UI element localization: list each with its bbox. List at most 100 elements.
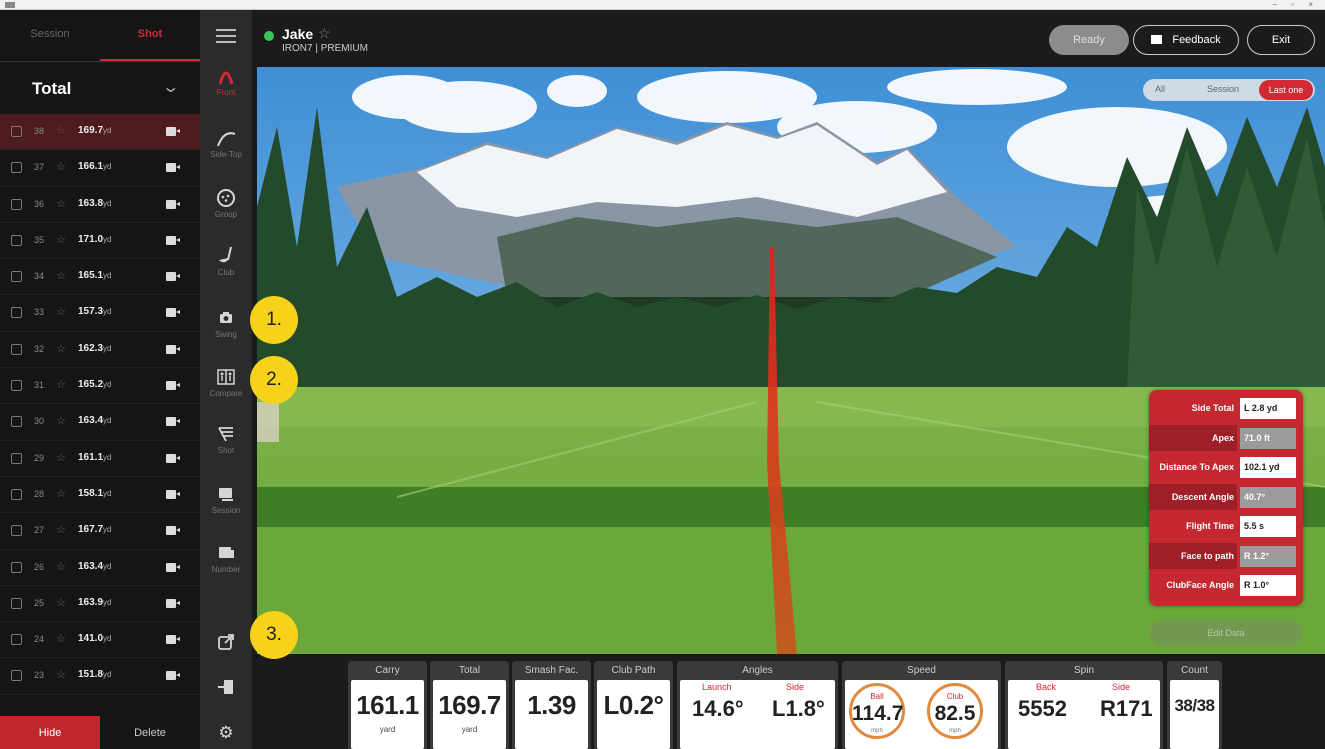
star-icon[interactable]: ☆ [56, 668, 66, 681]
shot-row[interactable]: 29 ☆ 161.1yd [0, 441, 200, 477]
view-swing[interactable]: Swing [200, 308, 252, 339]
shot-checkbox[interactable] [11, 670, 22, 682]
filter-dropdown[interactable]: Total ⌄ [0, 62, 200, 114]
star-icon[interactable]: ☆ [56, 560, 66, 573]
shot-checkbox[interactable] [11, 162, 22, 174]
feedback-button[interactable]: Feedback [1133, 25, 1239, 55]
shot-checkbox[interactable] [11, 452, 22, 464]
view-group[interactable]: Group [200, 188, 252, 219]
video-icon[interactable] [166, 526, 180, 536]
app-window: { "left_panel": { "tabs": ["Session", "S… [0, 0, 1325, 749]
star-icon[interactable]: ☆ [56, 233, 66, 246]
launch-value: 14.6° [692, 696, 744, 721]
filter-all[interactable]: All [1155, 84, 1165, 94]
shot-row[interactable]: 27 ☆ 167.7yd [0, 513, 200, 550]
star-icon[interactable]: ☆ [56, 160, 66, 173]
shot-row[interactable]: 37 ☆ 166.1yd [0, 150, 200, 187]
star-icon[interactable]: ☆ [56, 124, 66, 137]
shot-checkbox[interactable] [11, 234, 22, 246]
view-club[interactable]: Club [200, 246, 252, 277]
video-icon[interactable] [166, 489, 180, 499]
star-icon[interactable]: ☆ [56, 378, 66, 391]
star-icon[interactable]: ☆ [56, 305, 66, 318]
shot-checkbox[interactable] [11, 126, 22, 137]
filter-last-one[interactable]: Last one [1259, 80, 1313, 100]
view-number[interactable]: Number [200, 543, 252, 574]
video-icon[interactable] [166, 308, 180, 318]
menu-icon[interactable] [216, 29, 236, 43]
video-icon[interactable] [166, 127, 180, 136]
video-icon[interactable] [166, 381, 180, 391]
video-icon[interactable] [166, 235, 180, 245]
star-icon[interactable]: ☆ [56, 523, 66, 536]
shot-checkbox[interactable] [11, 307, 22, 319]
shot-distance-unit: yd [103, 343, 112, 353]
star-icon[interactable]: ☆ [56, 269, 66, 282]
shot-checkbox[interactable] [11, 380, 22, 392]
star-icon[interactable]: ☆ [56, 596, 66, 609]
exit-button[interactable]: Exit [1247, 25, 1315, 55]
shot-row[interactable]: 28 ☆ 158.1yd [0, 477, 200, 514]
shot-distance-value: 163.4 [78, 415, 104, 427]
shot-checkbox[interactable] [11, 525, 22, 537]
video-icon[interactable] [166, 163, 180, 173]
logout-button[interactable] [200, 677, 252, 699]
star-icon[interactable]: ☆ [56, 487, 66, 500]
video-icon[interactable] [166, 272, 180, 282]
video-icon[interactable] [166, 344, 180, 354]
video-icon[interactable] [166, 635, 180, 645]
settings-button[interactable]: ⚙ [200, 723, 252, 745]
view-front[interactable]: Front [200, 66, 252, 97]
tab-shot[interactable]: Shot [100, 28, 200, 40]
shot-checkbox[interactable] [11, 488, 22, 500]
shot-row[interactable]: 35 ☆ 171.0yd [0, 223, 200, 260]
range-view[interactable]: All Session Last one Side Total L 2.8 yd A… [257, 67, 1325, 654]
ready-button[interactable]: Ready [1049, 25, 1129, 55]
panel-tabs: Session Shot [0, 10, 200, 62]
window-controls[interactable]: – ▫ × [1273, 0, 1319, 10]
star-icon[interactable]: ☆ [56, 451, 66, 464]
shot-checkbox[interactable] [11, 561, 22, 573]
view-compare[interactable]: Compare [200, 367, 252, 398]
video-icon[interactable] [166, 598, 180, 608]
view-side-top[interactable]: Side-Top [200, 128, 252, 159]
shot-checkbox[interactable] [11, 198, 22, 210]
shot-row[interactable]: 34 ☆ 165.1yd [0, 259, 200, 296]
shot-distance: 163.4yd [78, 561, 111, 572]
video-icon[interactable] [166, 671, 180, 681]
view-filter-toggle[interactable]: All Session Last one [1143, 79, 1315, 101]
shot-checkbox[interactable] [11, 597, 22, 609]
video-icon[interactable] [166, 453, 180, 463]
star-icon[interactable]: ☆ [56, 414, 66, 427]
star-icon[interactable]: ☆ [56, 342, 66, 355]
stat-value: 5.5 s [1240, 516, 1296, 537]
shot-checkbox[interactable] [11, 343, 22, 355]
shot-row[interactable]: 33 ☆ 157.3yd [0, 295, 200, 332]
shot-row[interactable]: 31 ☆ 165.2yd [0, 368, 200, 405]
shot-checkbox[interactable] [11, 271, 22, 283]
shot-row[interactable]: 24 ☆ 141.0yd [0, 622, 200, 659]
edit-data-button[interactable]: Edit Data [1150, 620, 1302, 646]
filter-session[interactable]: Session [1207, 84, 1239, 94]
video-icon[interactable] [166, 417, 180, 427]
star-icon[interactable]: ☆ [56, 197, 66, 210]
export-button[interactable] [200, 632, 252, 654]
favorite-star-icon[interactable]: ☆ [318, 25, 331, 42]
video-icon[interactable] [166, 562, 180, 572]
shot-checkbox[interactable] [11, 634, 22, 646]
shot-row[interactable]: 32 ☆ 162.3yd [0, 332, 200, 369]
delete-button[interactable]: Delete [100, 716, 200, 749]
shot-row[interactable]: 30 ☆ 163.4yd [0, 404, 200, 441]
shot-row[interactable]: 36 ☆ 163.8yd [0, 187, 200, 223]
shot-row[interactable]: 38 ☆ 169.7yd [0, 114, 200, 151]
hide-button[interactable]: Hide [0, 716, 100, 749]
star-icon[interactable]: ☆ [56, 632, 66, 645]
shot-row[interactable]: 23 ☆ 151.8yd [0, 658, 200, 695]
shot-checkbox[interactable] [11, 416, 22, 428]
shot-row[interactable]: 26 ☆ 163.4yd [0, 550, 200, 586]
view-shot[interactable]: Shot [200, 424, 252, 455]
video-icon[interactable] [166, 199, 180, 209]
view-session[interactable]: Session [200, 484, 252, 515]
shot-row[interactable]: 25 ☆ 163.9yd [0, 586, 200, 623]
tab-session[interactable]: Session [0, 28, 100, 40]
